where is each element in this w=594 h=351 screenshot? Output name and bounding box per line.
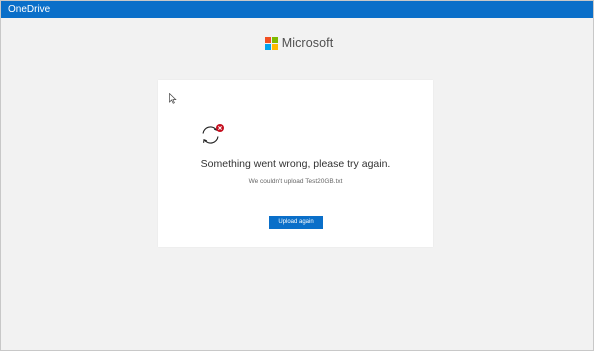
- window-title: OneDrive: [8, 4, 51, 15]
- logo-square-blue: [264, 43, 271, 50]
- error-detail: We couldn't upload Test20GB.txt: [248, 178, 343, 185]
- sync-error-icon: [202, 124, 224, 144]
- upload-again-button[interactable]: Upload again: [269, 216, 323, 229]
- title-bar: OneDrive: [1, 1, 593, 18]
- onedrive-window: OneDrive Microsoft Something went wrong,…: [0, 0, 594, 351]
- microsoft-logo-icon: [264, 36, 278, 50]
- logo-square-yellow: [271, 43, 278, 50]
- microsoft-brand: Microsoft: [1, 36, 594, 50]
- brand-name: Microsoft: [281, 36, 334, 50]
- mouse-cursor-icon: [169, 93, 177, 104]
- error-message: Something went wrong, please try again.: [200, 158, 391, 170]
- logo-square-green: [271, 36, 278, 43]
- logo-square-red: [264, 36, 271, 43]
